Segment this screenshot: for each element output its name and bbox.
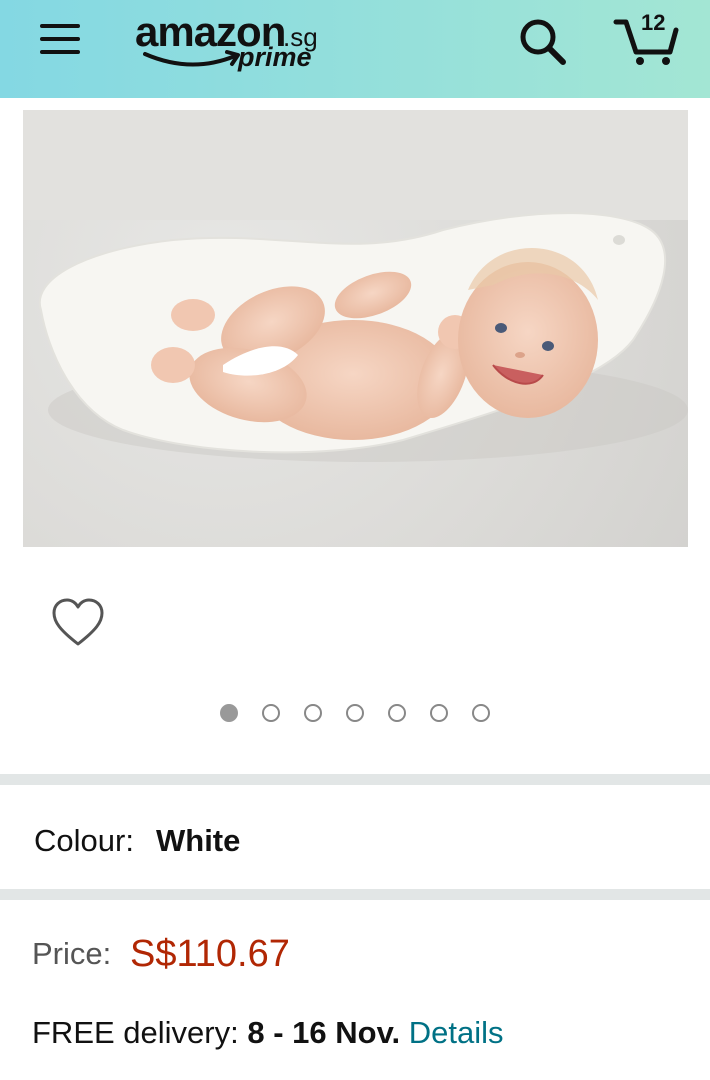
cart-count: 12 xyxy=(641,10,666,35)
delivery-dates: 8 - 16 Nov. xyxy=(247,1015,401,1050)
colour-selector-row[interactable]: Colour: White xyxy=(0,785,710,889)
pager-dot[interactable] xyxy=(220,704,238,722)
pager-dot[interactable] xyxy=(472,704,490,722)
price-section: Price: S$110.67 FREE delivery: 8 - 16 No… xyxy=(0,900,710,1080)
delivery-info: FREE delivery: 8 - 16 Nov. Details xyxy=(32,1015,504,1051)
pager-dot[interactable] xyxy=(262,704,280,722)
pager-dot[interactable] xyxy=(388,704,406,722)
amazon-logo[interactable]: amazon .sg prime xyxy=(135,8,335,78)
search-icon[interactable] xyxy=(515,14,569,68)
image-pager xyxy=(0,704,710,726)
colour-value: White xyxy=(156,823,241,858)
cart-button[interactable]: 12 xyxy=(612,8,684,70)
hamburger-menu-icon[interactable] xyxy=(40,20,84,56)
pager-dot[interactable] xyxy=(346,704,364,722)
logo-prime: prime xyxy=(238,42,312,72)
pager-dot[interactable] xyxy=(430,704,448,722)
delivery-label: FREE delivery: xyxy=(32,1015,239,1050)
price-label: Price: xyxy=(32,936,112,971)
logo-smile-icon xyxy=(143,50,240,67)
colour-label: Colour: xyxy=(34,823,134,858)
section-divider xyxy=(0,774,710,785)
delivery-details-link[interactable]: Details xyxy=(409,1015,504,1050)
product-image[interactable] xyxy=(23,110,688,547)
section-divider xyxy=(0,889,710,900)
pager-dot[interactable] xyxy=(304,704,322,722)
top-app-bar: amazon .sg prime 12 xyxy=(0,0,710,98)
wishlist-heart-icon[interactable] xyxy=(50,596,106,650)
price-value: S$110.67 xyxy=(130,933,290,975)
product-image-gallery xyxy=(0,98,710,774)
